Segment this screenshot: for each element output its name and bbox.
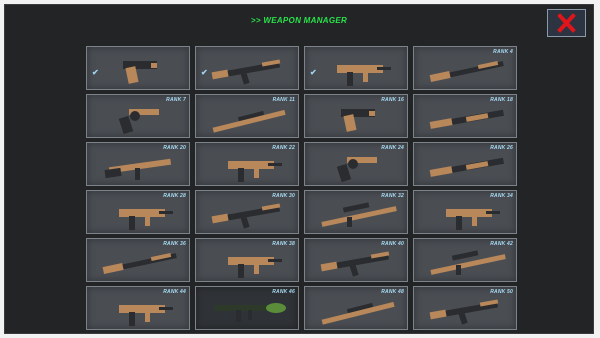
weapon-slot[interactable]: RANK 32	[304, 190, 408, 234]
close-x-icon	[557, 13, 576, 33]
assault-rifle-icon	[211, 203, 281, 229]
weapon-slot[interactable]: RANK 44	[86, 286, 190, 330]
shotgun-icon	[429, 157, 504, 177]
weapon-slot[interactable]: RANK 50	[413, 286, 517, 330]
assault-rifle-icon	[429, 299, 499, 325]
weapon-slot[interactable]: RANK 11	[195, 94, 299, 138]
assault-rifle-icon	[211, 59, 281, 85]
sniper-rifle-icon	[321, 202, 397, 227]
hunting-rifle-icon	[321, 301, 395, 325]
weapon-slot[interactable]: RANK 40	[304, 238, 408, 282]
weapon-slot[interactable]: RANK 7	[86, 94, 190, 138]
rifle-icon	[429, 60, 504, 82]
smg-icon	[228, 161, 282, 182]
pistol-icon	[123, 61, 157, 84]
weapon-manager-screen: >> WEAPON MANAGER ✔ ✔ ✔ RANK 4 RANK 7 RANK 11…	[4, 4, 594, 334]
weapon-slot[interactable]: RANK 16	[304, 94, 408, 138]
screen-title: >> WEAPON MANAGER	[250, 16, 348, 25]
smg-icon	[228, 257, 282, 278]
smg-icon	[119, 305, 173, 326]
smg-icon	[446, 209, 500, 230]
shotgun-icon	[429, 109, 504, 129]
rifle-icon	[102, 252, 177, 274]
weapon-slot[interactable]: RANK 22	[195, 142, 299, 186]
weapon-slot[interactable]: RANK 24	[304, 142, 408, 186]
check-icon: ✔	[92, 68, 99, 77]
hunting-rifle-icon	[212, 109, 286, 133]
carbine-icon	[104, 158, 172, 180]
weapon-slot[interactable]: RANK 38	[195, 238, 299, 282]
sniper-rifle-icon	[430, 250, 506, 275]
weapon-slot[interactable]: ✔	[195, 46, 299, 90]
smg-icon	[337, 65, 391, 86]
weapon-slot[interactable]: RANK 46	[195, 286, 299, 330]
revolver-icon	[336, 157, 377, 183]
check-icon: ✔	[310, 68, 317, 77]
assault-rifle-icon	[320, 251, 390, 277]
weapon-slot[interactable]: RANK 34	[413, 190, 517, 234]
weapon-slot[interactable]: ✔	[304, 46, 408, 90]
revolver-icon	[118, 109, 159, 135]
weapon-grid: ✔ ✔ ✔ RANK 4 RANK 7 RANK 11 RANK 16 RANK 18 RANK…	[86, 46, 518, 332]
weapon-slot[interactable]: RANK 18	[413, 94, 517, 138]
weapon-slot[interactable]: RANK 48	[304, 286, 408, 330]
weapon-slot[interactable]: ✔	[86, 46, 190, 90]
weapon-slot[interactable]: RANK 42	[413, 238, 517, 282]
close-button[interactable]	[547, 9, 586, 37]
weapon-slot[interactable]: RANK 26	[413, 142, 517, 186]
weapon-slot[interactable]: RANK 30	[195, 190, 299, 234]
smg-icon	[119, 209, 173, 230]
pistol-icon	[341, 109, 375, 132]
weapon-slot[interactable]: RANK 20	[86, 142, 190, 186]
weapon-slot[interactable]: RANK 4	[413, 46, 517, 90]
weapon-slot[interactable]: RANK 28	[86, 190, 190, 234]
check-icon: ✔	[201, 68, 208, 77]
rocket-launcher-icon	[214, 303, 286, 322]
weapon-slot[interactable]: RANK 36	[86, 238, 190, 282]
